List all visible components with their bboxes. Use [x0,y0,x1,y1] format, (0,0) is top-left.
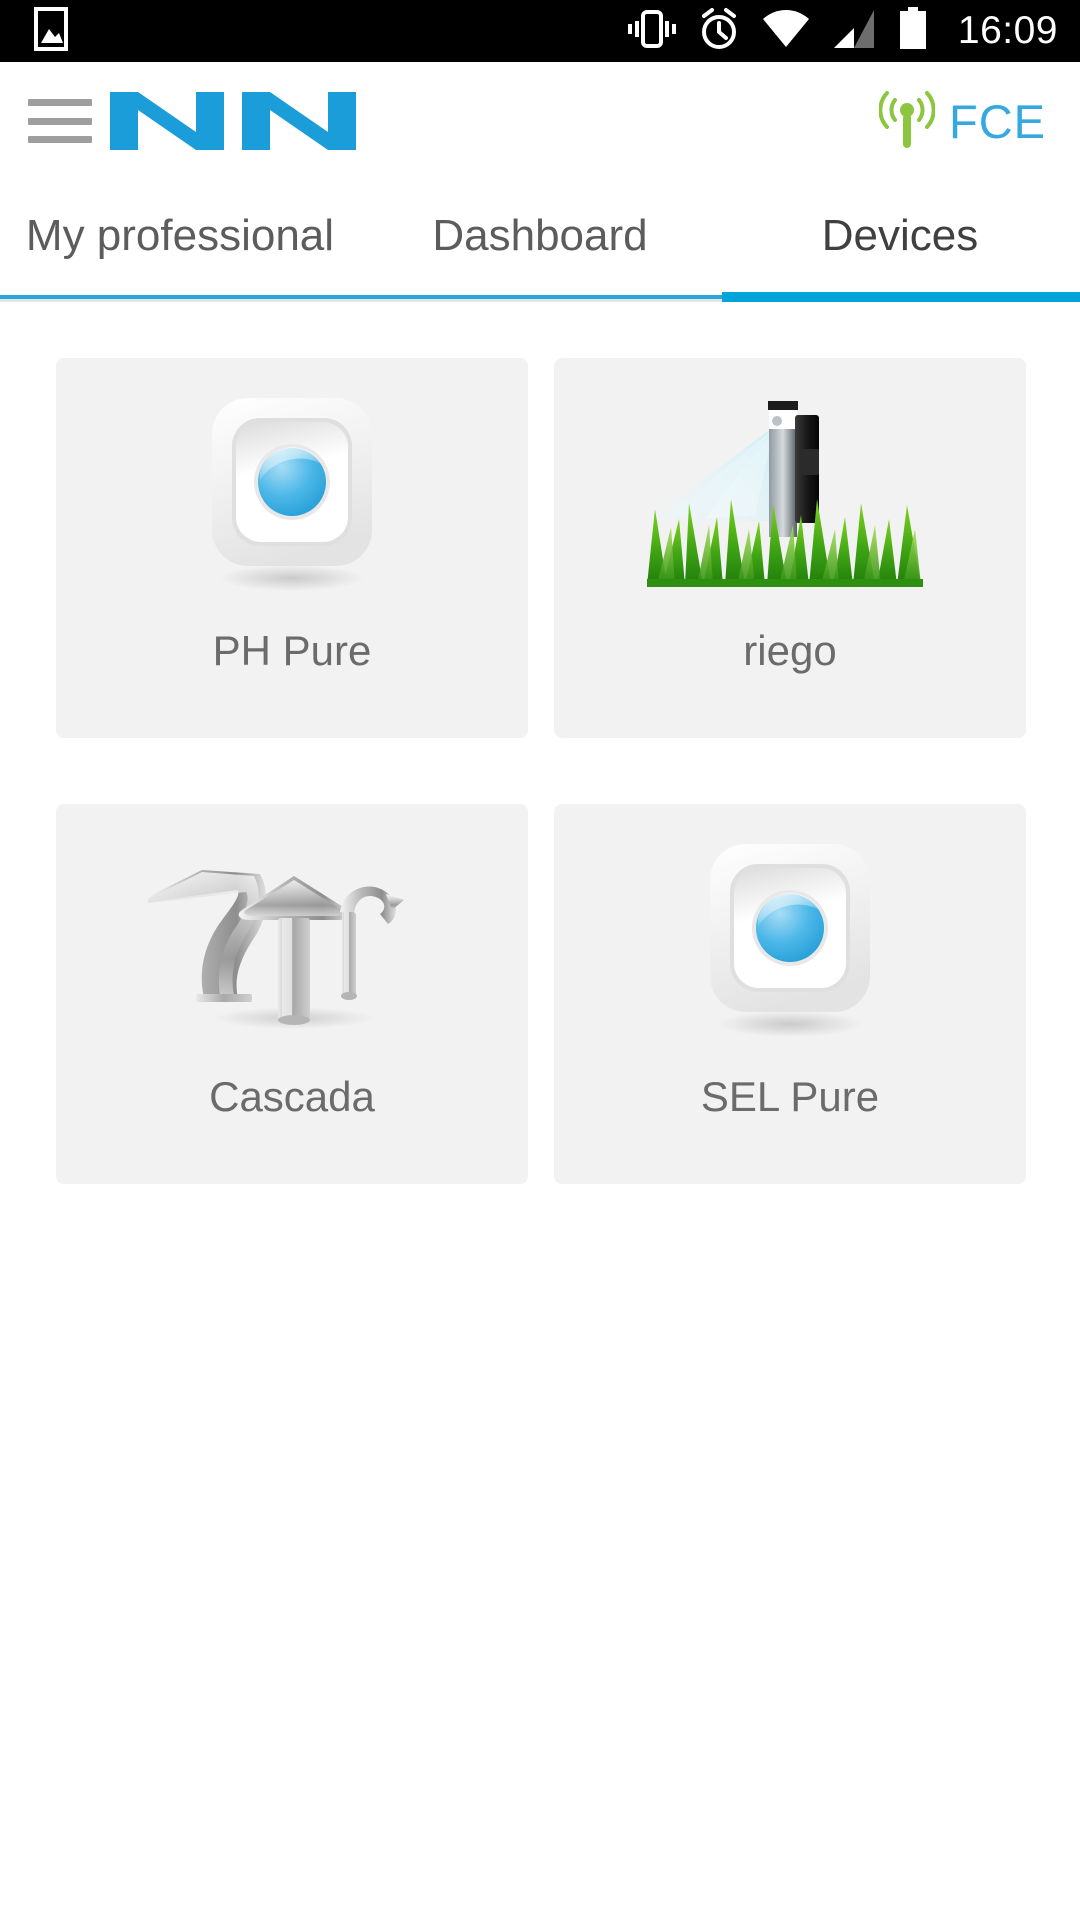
tab-bar: My professional Dashboard Devices [0,180,1080,292]
tab-label: My professional [25,211,335,260]
sprinkler-icon [554,358,1026,630]
tab-label: Dashboard [432,211,648,260]
tab-indicator-row [0,292,1080,302]
device-card[interactable]: riego [554,358,1026,738]
menu-icon[interactable] [28,99,92,143]
devices-content: PH Pure riego Cascada SEL Pure [0,302,1080,1920]
devices-grid: PH Pure riego Cascada SEL Pure [56,358,1026,1184]
device-name: riego [743,627,837,674]
connection-status[interactable]: FCE [878,88,1046,155]
brand-logo[interactable] [106,88,374,154]
tab-active-indicator [722,292,1080,302]
menu-icon-bar [28,117,92,125]
status-bar-right: 16:09 [627,6,1058,56]
tab-rule [0,295,722,299]
tab-dashboard[interactable]: Dashboard [360,180,720,292]
device-card[interactable]: SEL Pure [554,804,1026,1184]
status-bar: 16:09 [0,0,1080,62]
menu-icon-bar [28,99,92,106]
menu-icon-bar [28,136,92,143]
battery-icon [898,6,928,56]
cellular-signal-icon [832,9,876,54]
alarm-icon [698,7,740,56]
device-name: SEL Pure [700,1073,880,1120]
device-card[interactable]: Cascada [56,804,528,1184]
photo-icon [34,6,68,56]
wifi-icon [762,9,810,54]
device-module-icon [554,804,1026,1076]
device-module-icon [56,358,528,630]
connection-label: FCE [949,94,1046,148]
antenna-icon [878,88,936,155]
tab-my-professional[interactable]: My professional [0,180,360,292]
fountain-icon [56,804,528,1076]
device-name: PH Pure [212,627,372,674]
device-card[interactable]: PH Pure [56,358,528,738]
tab-devices[interactable]: Devices [720,180,1080,292]
status-bar-left [34,6,68,56]
tab-label: Devices [821,211,979,260]
status-bar-clock: 16:09 [957,9,1058,52]
app-bar: FCE [0,62,1080,180]
vibrate-icon [627,8,676,55]
device-name: Cascada [209,1073,375,1120]
